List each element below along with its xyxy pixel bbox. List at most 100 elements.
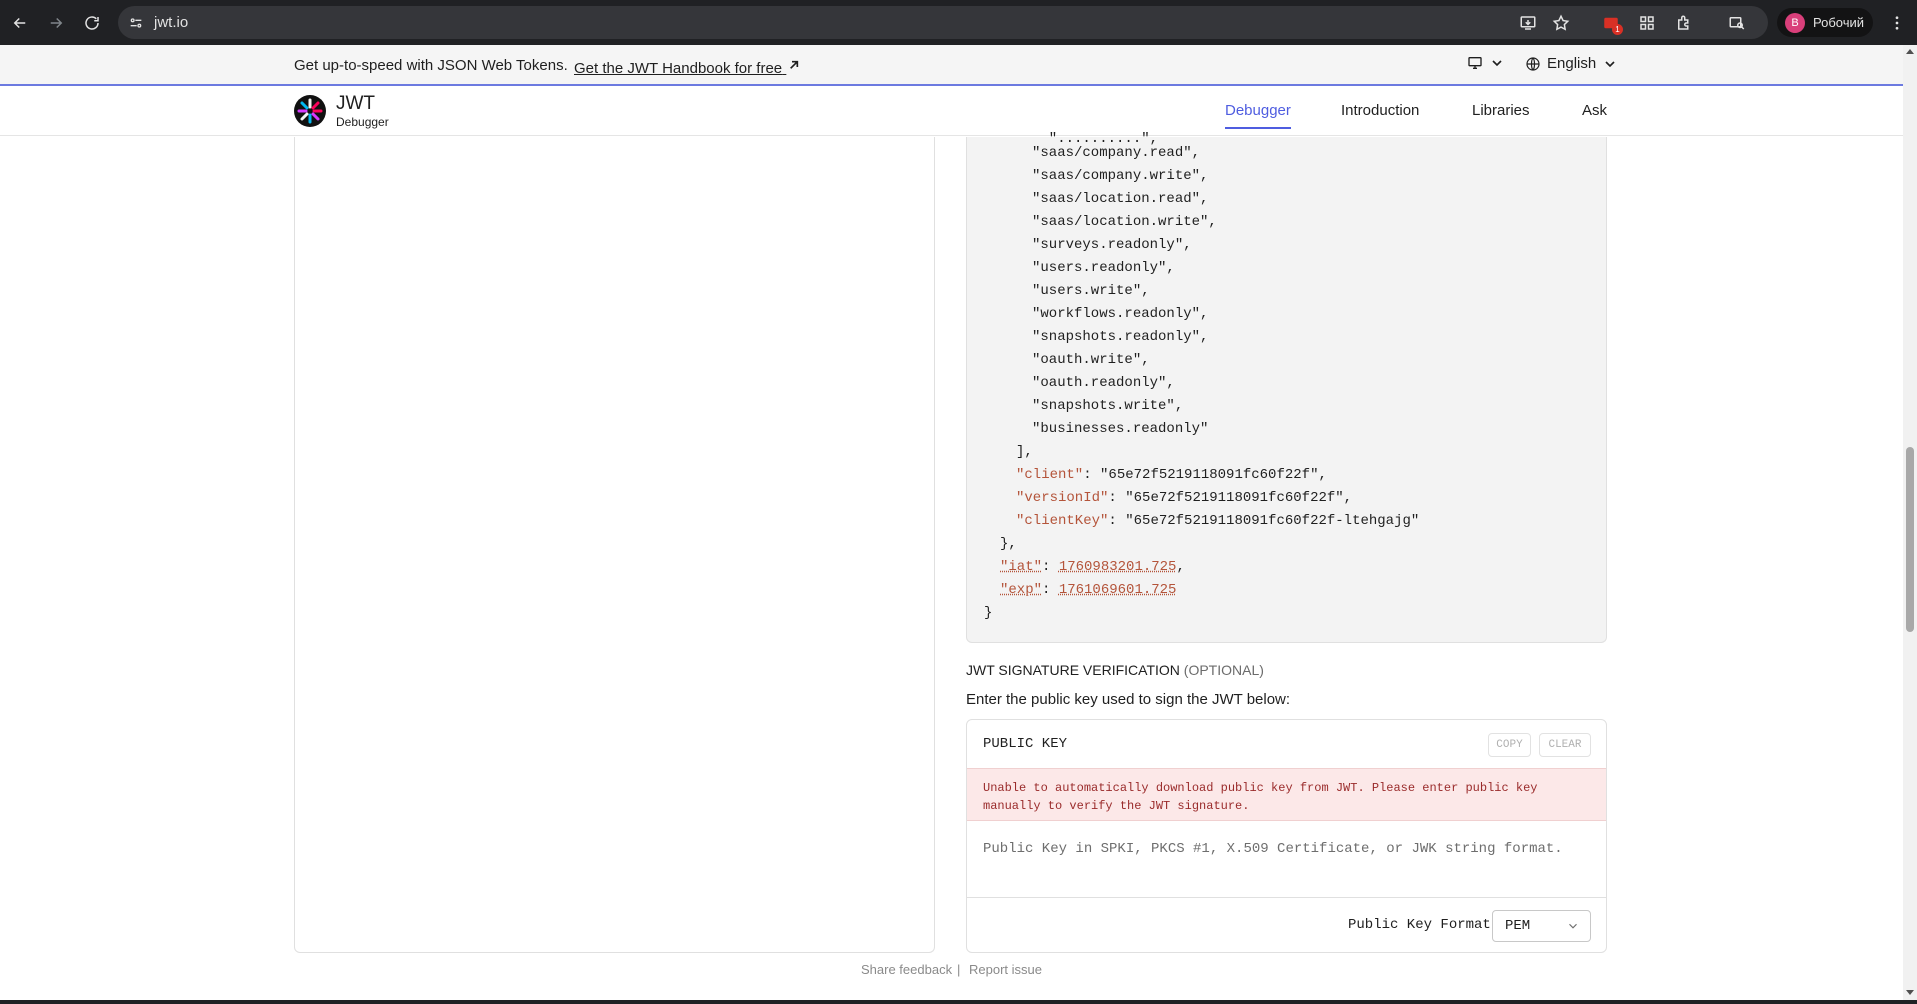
scope-line: "oauth.write", [1032,352,1150,368]
report-issue-link[interactable]: Report issue [969,962,1042,977]
scope-value: "oauth.readonly", [1032,375,1175,391]
json-value: "65e72f5219118091fc60f22f", [1100,467,1327,483]
array-close-line: ], [1016,444,1033,460]
object-close-line: }, [1000,536,1017,552]
public-key-title: PUBLIC KEY [983,736,1068,752]
brand-name[interactable]: JWT [336,94,375,114]
theme-switcher[interactable] [1467,55,1505,71]
footer-separator: | [957,962,961,977]
promo-text: Get up-to-speed with JSON Web Tokens. [294,57,568,74]
exp-value[interactable]: 1761069601.725 [1059,582,1177,598]
root-close-line: } [984,605,992,621]
public-key-format-select[interactable]: PEM [1492,910,1591,942]
extensions-puzzle-icon[interactable] [1669,8,1698,37]
nav-libraries[interactable]: Libraries [1472,102,1530,119]
encoded-token-panel[interactable] [294,137,935,953]
scope-line: "users.write", [1032,283,1150,299]
chevron-down-icon [1605,60,1615,67]
share-feedback-link[interactable]: Share feedback [861,962,952,977]
handbook-link-text[interactable]: Get the JWT Handbook for free [574,60,782,77]
scope-line: "users.readonly", [1032,260,1175,276]
scroll-up-arrow-icon[interactable] [1906,49,1914,54]
forward-icon[interactable] [41,8,70,37]
colon: : [1042,582,1059,598]
scrollbar-thumb[interactable] [1906,447,1914,632]
profile-button[interactable]: В Робочий [1777,8,1873,37]
brace: }, [1000,536,1017,552]
clear-button[interactable]: CLEAR [1539,733,1591,757]
window-bottom-edge [0,1000,1917,1004]
chevron-down-icon [1569,923,1577,929]
scope-line: "saas/company.read", [1032,145,1200,161]
brand-subtitle: Debugger [336,115,389,129]
scope-value: "snapshots.readonly", [1032,329,1209,345]
json-value: "65e72f5219118091fc60f22f", [1125,490,1353,506]
scope-value: "users.write", [1032,283,1150,299]
scope-line: "oauth.readonly", [1032,375,1175,391]
public-key-error-alert: Unable to automatically download public … [967,768,1606,821]
site-info-icon[interactable] [126,13,145,32]
colon: : [1108,513,1126,529]
announcement-bar: Get up-to-speed with JSON Web Tokens. Ge… [0,45,1903,86]
signature-section-title: JWT SIGNATURE VERIFICATION (OPTIONAL) [966,662,1264,678]
back-icon[interactable] [5,8,34,37]
decoded-payload-panel[interactable]: "..........", "saas/company.read", "saas/… [966,131,1607,643]
handbook-link[interactable]: Get the JWT Handbook for free [574,57,802,77]
iat-value[interactable]: 1760983201.725 [1059,559,1177,575]
scope-line: "saas/location.read", [1032,191,1208,207]
clientkey-line: "clientKey": "65e72f5219118091fc60f22f-l… [1016,513,1419,529]
nav-ask[interactable]: Ask [1582,102,1607,119]
qr-extension-icon[interactable] [1632,8,1661,37]
scope-value: "businesses.readonly" [1032,421,1209,437]
scope-value: "saas/location.read", [1032,191,1209,207]
language-switcher[interactable]: English [1525,55,1618,72]
nav-debugger[interactable]: Debugger [1225,102,1291,129]
scroll-down-arrow-icon[interactable] [1906,990,1914,995]
colon: : [1083,467,1101,483]
signature-optional-text: (OPTIONAL) [1183,662,1264,678]
browser-menu-icon[interactable] [1882,8,1911,37]
tab-search-icon[interactable] [1722,8,1751,37]
divider [967,897,1606,898]
scope-line: "snapshots.write", [1032,398,1183,414]
copy-button[interactable]: COPY [1488,733,1531,757]
brace: } [984,605,993,621]
jwt-logo-icon[interactable] [294,95,326,127]
scope-value: "workflows.readonly", [1032,306,1209,322]
client-line: "client": "65e72f5219118091fc60f22f", [1016,467,1327,483]
json-key: "client" [1016,467,1084,483]
scope-line: "businesses.readonly" [1032,421,1208,437]
json-value: "65e72f5219118091fc60f22f-ltehgajg" [1125,513,1420,529]
profile-name: Робочий [1813,15,1865,30]
scope-value: "oauth.write", [1032,352,1150,368]
iat-line: "iat": 1760983201.725, [1000,559,1185,575]
json-key: "clientKey" [1016,513,1109,529]
signature-title-text: JWT SIGNATURE VERIFICATION [966,662,1180,678]
scope-value: "surveys.readonly", [1032,237,1192,253]
colon: : [1108,490,1126,506]
scope-value: "snapshots.write", [1032,398,1184,414]
scope-value: "saas/location.write", [1032,214,1217,230]
page-scrollbar[interactable] [1903,45,1917,1000]
language-label: English [1547,55,1597,72]
mail-extension-icon[interactable]: 1 [1596,8,1625,37]
chevron-down-icon [1492,60,1502,67]
public-key-input[interactable]: Public Key in SPKI, PKCS #1, X.509 Certi… [983,841,1563,857]
extension-badge: 1 [1612,24,1623,35]
scope-value: "saas/company.read", [1032,145,1201,161]
reload-icon[interactable] [77,8,106,37]
json-key: "versionId" [1016,490,1109,506]
bracket: ], [1016,444,1033,460]
url-text[interactable]: jwt.io [154,14,188,31]
iat-key[interactable]: "iat" [1000,559,1042,575]
exp-key[interactable]: "exp" [1000,582,1042,598]
colon: : [1042,559,1059,575]
public-key-format-label: Public Key Format [1348,917,1491,933]
scope-line: "saas/company.write", [1032,168,1208,184]
scope-line: "saas/location.write", [1032,214,1217,230]
install-app-icon[interactable] [1513,8,1542,37]
nav-introduction[interactable]: Introduction [1341,102,1419,119]
globe-icon [1526,56,1540,71]
exp-line: "exp": 1761069601.725 [1000,582,1176,598]
bookmark-star-icon[interactable] [1546,8,1575,37]
